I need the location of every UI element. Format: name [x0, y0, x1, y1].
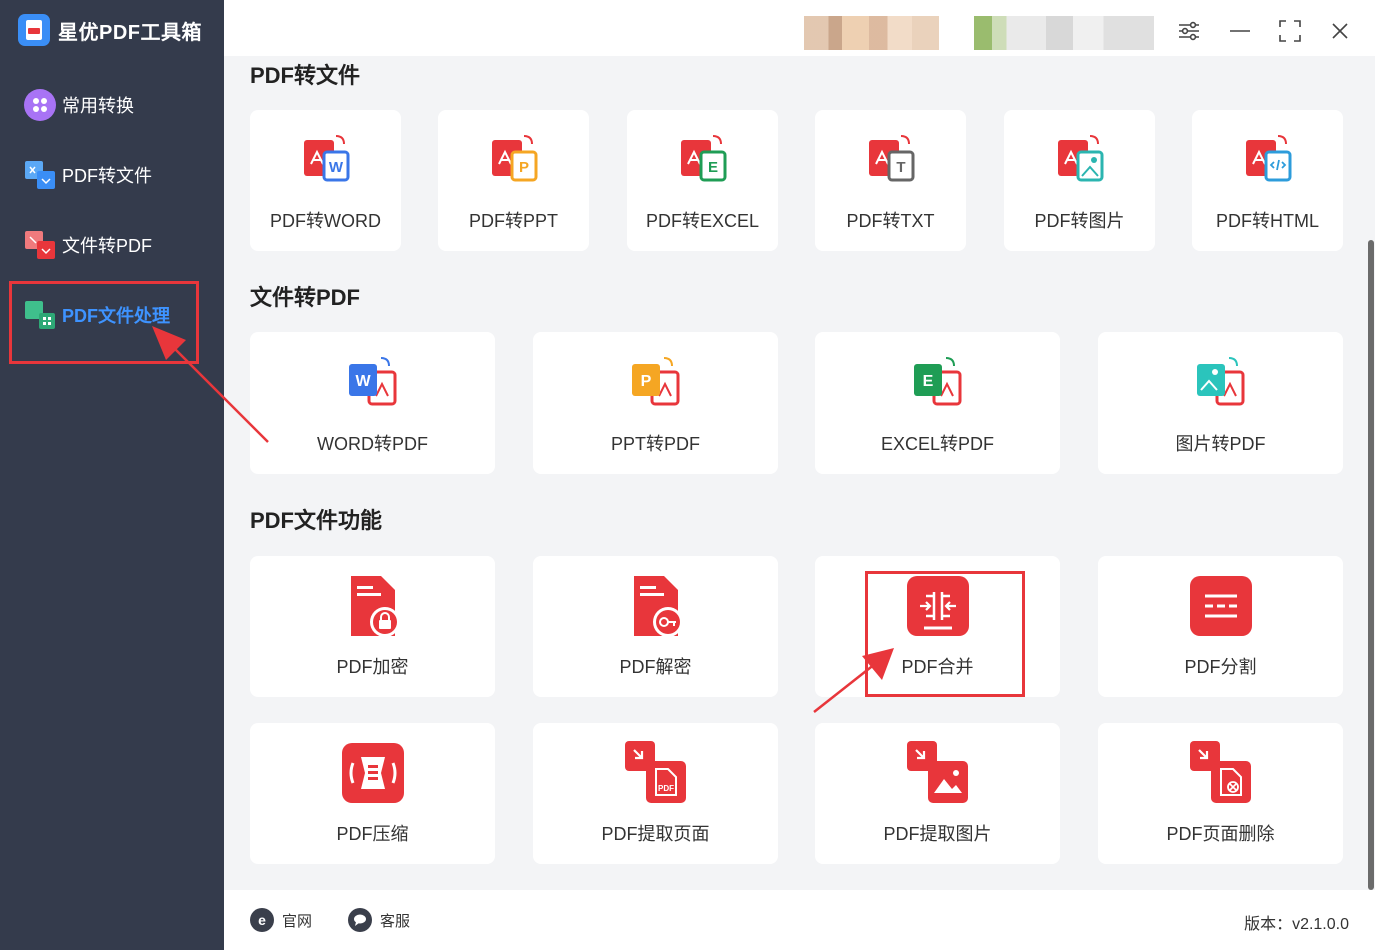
pdf-to-html-icon [1236, 128, 1300, 192]
card-pdf-compress[interactable]: PDF压缩 [250, 723, 495, 864]
card-label: PDF转TXT [846, 211, 935, 231]
card-label: PDF转PPT [468, 211, 558, 231]
ppt-to-pdf-icon: P [624, 350, 688, 414]
sidebar-item-pdf-to-file[interactable]: PDF转文件 [24, 159, 152, 191]
card-label: PDF转HTML [1216, 211, 1319, 231]
card-label: PDF转图片 [1034, 211, 1125, 231]
scroll-thumb[interactable] [1368, 240, 1374, 890]
excel-to-pdf-icon: E [906, 350, 970, 414]
footer: e 官网 客服 版本：v2.1.0.0 [224, 890, 1375, 950]
svg-text:W: W [355, 373, 371, 390]
card-ppt-to-pdf[interactable]: P PPT转PDF [533, 332, 778, 474]
grid-dots-icon [24, 89, 56, 121]
image-to-pdf-icon [1189, 350, 1253, 414]
split-icon [1189, 574, 1253, 638]
title-bar [224, 0, 1375, 56]
card-label: EXCEL转PDF [880, 434, 995, 454]
card-label: PDF页面删除 [1166, 824, 1275, 844]
pdf-to-file-icon [24, 159, 56, 191]
card-label: PDF分割 [1184, 657, 1257, 677]
card-label: PDF转EXCEL [645, 211, 760, 231]
section-title-pdf-to-file: PDF转文件 [250, 63, 361, 88]
card-pdf-to-image[interactable]: PDF转图片 [1004, 110, 1155, 251]
merge-icon [906, 574, 970, 638]
card-label: PDF提取页面 [601, 824, 710, 844]
browser-e-icon: e [250, 908, 274, 932]
version-text: 版本：v2.1.0.0 [1244, 916, 1349, 933]
lock-document-icon [341, 574, 405, 638]
card-pdf-to-word[interactable]: W PDF转WORD [250, 110, 401, 251]
pdf-to-excel-icon: E [671, 128, 735, 192]
svg-text:E: E [922, 373, 933, 390]
compress-icon [341, 741, 405, 805]
sidebar-item-label: 文件转PDF [62, 236, 152, 256]
card-image-to-pdf[interactable]: 图片转PDF [1098, 332, 1343, 474]
svg-text:E: E [707, 159, 717, 176]
settings-sliders-icon[interactable] [1174, 16, 1204, 46]
card-label: PDF解密 [619, 657, 692, 677]
key-document-icon [624, 574, 688, 638]
support-label: 客服 [380, 912, 411, 930]
card-label: PDF转WORD [270, 211, 381, 231]
card-label: PDF提取图片 [883, 824, 992, 844]
section-title-pdf-functions: PDF文件功能 [250, 508, 383, 533]
sidebar-item-label: PDF文件处理 [62, 306, 170, 326]
card-pdf-extract-pages[interactable]: PDF PDF提取页面 [533, 723, 778, 864]
delete-pages-icon [1189, 741, 1253, 805]
pdf-to-image-icon [1048, 128, 1112, 192]
website-link[interactable]: e 官网 [250, 908, 312, 932]
svg-text:PDF: PDF [658, 784, 674, 793]
website-label: 官网 [282, 912, 313, 930]
svg-text:W: W [328, 159, 343, 176]
pdf-processing-icon [24, 299, 56, 331]
maximize-icon[interactable] [1275, 16, 1305, 46]
card-pdf-extract-images[interactable]: PDF提取图片 [815, 723, 1060, 864]
card-label: PDF加密 [336, 657, 409, 677]
card-label: PPT转PDF [610, 434, 700, 454]
app-header: 星优PDF工具箱 [18, 14, 202, 46]
sidebar-item-common-convert[interactable]: 常用转换 [24, 89, 134, 121]
card-label: WORD转PDF [317, 434, 428, 454]
pdf-to-word-icon: W [294, 128, 358, 192]
sidebar-item-label: 常用转换 [62, 96, 134, 116]
sidebar-item-label: PDF转文件 [62, 166, 152, 186]
sidebar-item-file-to-pdf[interactable]: 文件转PDF [24, 229, 152, 261]
section-title-file-to-pdf: 文件转PDF [250, 285, 361, 310]
card-pdf-encrypt[interactable]: PDF加密 [250, 556, 495, 697]
card-pdf-to-ppt[interactable]: P PDF转PPT [438, 110, 589, 251]
card-pdf-to-html[interactable]: PDF转HTML [1192, 110, 1343, 251]
main-content: PDF转文件 W PDF转WORD P PDF转PPT E PDF转EXCEL … [224, 56, 1367, 890]
extract-images-icon [906, 741, 970, 805]
sidebar-item-pdf-processing[interactable]: PDF文件处理 [24, 299, 170, 331]
svg-text:P: P [518, 159, 528, 176]
card-excel-to-pdf[interactable]: E EXCEL转PDF [815, 332, 1060, 474]
card-pdf-decrypt[interactable]: PDF解密 [533, 556, 778, 697]
support-link[interactable]: 客服 [348, 908, 410, 932]
card-label: 图片转PDF [1175, 434, 1266, 454]
pdf-to-ppt-icon: P [482, 128, 546, 192]
minimize-icon[interactable] [1225, 16, 1255, 46]
card-pdf-split[interactable]: PDF分割 [1098, 556, 1343, 697]
card-pdf-to-excel[interactable]: E PDF转EXCEL [627, 110, 778, 251]
close-icon[interactable] [1325, 16, 1355, 46]
extract-pages-icon: PDF [624, 741, 688, 805]
card-pdf-merge[interactable]: PDF合并 [815, 556, 1060, 697]
app-logo-icon [18, 14, 50, 46]
app-title: 星优PDF工具箱 [58, 21, 202, 44]
chat-bubble-icon [348, 908, 372, 932]
card-label: PDF合并 [901, 657, 974, 677]
word-to-pdf-icon: W [341, 350, 405, 414]
svg-text:P: P [640, 373, 651, 390]
pdf-to-txt-icon: T [859, 128, 923, 192]
card-pdf-delete-pages[interactable]: PDF页面删除 [1098, 723, 1343, 864]
blurred-account-info [974, 16, 1154, 50]
card-label: PDF压缩 [336, 824, 409, 844]
file-to-pdf-icon [24, 229, 56, 261]
blurred-user-info [804, 16, 939, 50]
card-pdf-to-txt[interactable]: T PDF转TXT [815, 110, 966, 251]
svg-text:T: T [896, 159, 905, 176]
card-word-to-pdf[interactable]: W WORD转PDF [250, 332, 495, 474]
sidebar: 星优PDF工具箱 常用转换 PDF转文件 文件转PDF PDF文件处理 [0, 0, 224, 950]
scrollbar[interactable] [1367, 56, 1375, 890]
